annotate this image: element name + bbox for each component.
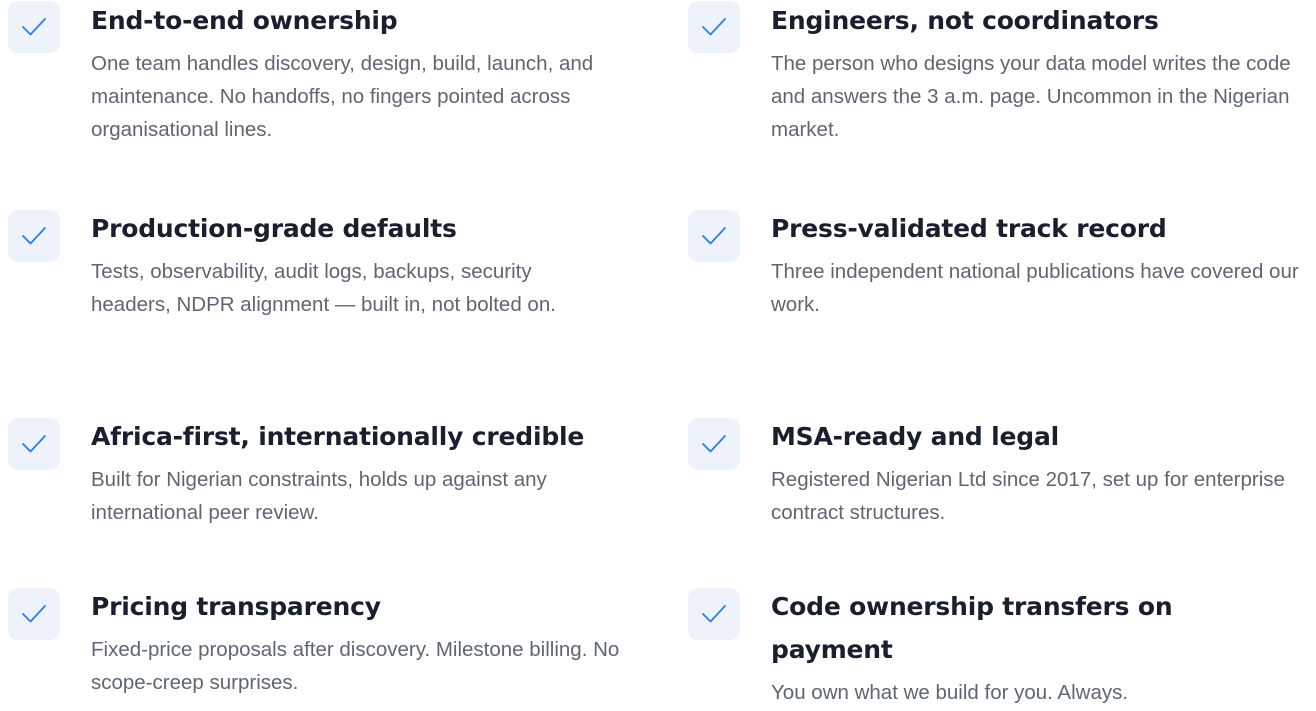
feature-description: The person who designs your data model w… [771, 52, 1291, 141]
check-icon [688, 588, 740, 640]
feature-item: MSA-ready and legal Registered Nigerian … [688, 416, 1316, 556]
feature-item: Pricing transparency Fixed-price proposa… [8, 586, 658, 711]
check-icon [8, 1, 60, 53]
feature-title: MSA-ready and legal [771, 422, 1059, 451]
feature-description: Built for Nigerian constraints, holds up… [91, 468, 547, 524]
feature-item: Africa-first, internationally credible B… [8, 416, 608, 556]
feature-title: Africa-first, internationally credible [91, 422, 585, 451]
feature-description: Fixed-price proposals after discovery. M… [91, 638, 620, 694]
feature-title: End-to-end ownership [91, 6, 398, 35]
check-icon [8, 588, 60, 640]
feature-item: End-to-end ownership One team handles di… [8, 0, 608, 180]
feature-title: Pricing transparency [91, 592, 381, 621]
feature-item: Production-grade defaults Tests, observa… [8, 208, 608, 388]
feature-title: Engineers, not coordinators [771, 6, 1159, 35]
check-icon [688, 1, 740, 53]
feature-title: Press-validated track record [771, 214, 1167, 243]
feature-title: Code ownership transfers on payment [771, 592, 1173, 664]
feature-description: Three independent national publications … [771, 260, 1299, 316]
check-icon [688, 210, 740, 262]
feature-item: Code ownership transfers on payment You … [688, 586, 1316, 711]
feature-description: You own what we build for you. Always. [771, 681, 1129, 704]
feature-item: Press-validated track record Three indep… [688, 208, 1316, 388]
feature-description: Registered Nigerian Ltd since 2017, set … [771, 468, 1285, 524]
check-icon [8, 210, 60, 262]
feature-item: Engineers, not coordinators The person w… [688, 0, 1316, 180]
feature-title: Production-grade defaults [91, 214, 457, 243]
feature-description: Tests, observability, audit logs, backup… [91, 260, 556, 316]
check-icon [8, 418, 60, 470]
feature-description: One team handles discovery, design, buil… [91, 52, 594, 141]
check-icon [688, 418, 740, 470]
